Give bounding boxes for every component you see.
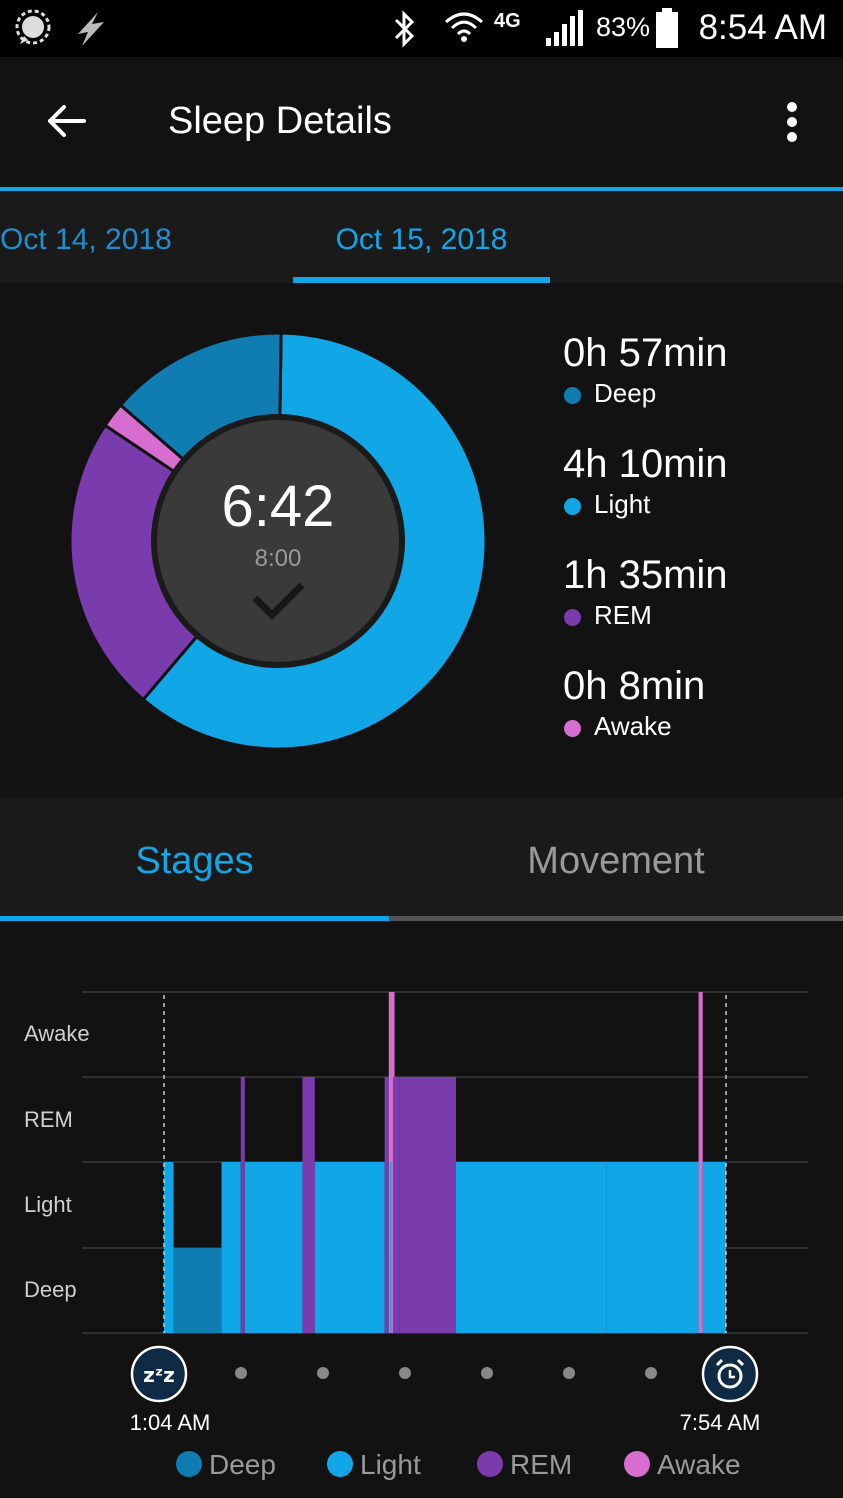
start-time-label: 1:04 AM — [130, 1410, 211, 1435]
stage-label: Deep — [594, 378, 657, 408]
stage-label: REM — [594, 600, 652, 630]
hypnogram-svg: zᶻz 1:04 AM 7:54 AM Deep Light REM Awake — [82, 991, 808, 1480]
stage-bar-light — [455, 1162, 607, 1333]
sleep-goal: 8:00 — [255, 545, 302, 572]
stage-label: Awake — [594, 711, 672, 741]
legend-awake: Awake — [657, 1449, 741, 1480]
awake-dot-icon — [564, 720, 581, 737]
tab-indicator-active — [0, 916, 389, 921]
stage-duration: 1h 35min — [563, 553, 728, 597]
zzz-sleep-icon: zᶻz — [130, 1345, 188, 1403]
stage-bar-rem — [384, 1077, 389, 1333]
stage-summary-rem: 1h 35min REM — [563, 553, 728, 631]
battery-icon — [656, 8, 678, 48]
legend-light: Light — [360, 1449, 421, 1480]
time-tick-dot — [481, 1367, 493, 1379]
signal-messenger-icon — [15, 9, 51, 45]
sleep-donut-chart: 6:42 8:00 — [68, 331, 488, 751]
legend-deep-dot-icon — [176, 1451, 202, 1477]
stage-bar-deep — [173, 1248, 222, 1333]
stage-bar-rem — [392, 1077, 400, 1333]
legend-awake-dot-icon — [624, 1451, 650, 1477]
arrow-left-icon[interactable] — [44, 99, 88, 143]
status-time: 8:54 AM — [698, 8, 827, 47]
stage-bar-light — [221, 1162, 241, 1333]
date-tab-oct-15[interactable]: Oct 15, 2018 — [293, 223, 550, 257]
date-tabs: Oct 14, 2018 Oct 15, 2018 — [0, 191, 843, 283]
stage-summary-awake: 0h 8min Awake — [563, 664, 705, 742]
alarm-clock-icon — [701, 1345, 759, 1403]
bluetooth-icon — [394, 10, 415, 48]
stage-bar-rem — [399, 1077, 456, 1333]
end-time-label: 7:54 AM — [680, 1410, 761, 1435]
time-tick-dot — [399, 1367, 411, 1379]
deep-dot-icon — [564, 387, 581, 404]
stage-bar-light — [657, 1162, 699, 1333]
light-dot-icon — [564, 498, 581, 515]
time-tick-dot — [563, 1367, 575, 1379]
stage-bar-light — [314, 1162, 385, 1333]
tab-stages[interactable]: Stages — [0, 840, 389, 883]
chart-tabs: Stages Movement — [0, 798, 843, 922]
wifi-icon — [445, 12, 483, 42]
battery-percent: 83% — [596, 12, 651, 42]
rem-dot-icon — [564, 609, 581, 626]
legend-deep: Deep — [209, 1449, 276, 1480]
svg-text:zᶻz: zᶻz — [143, 1363, 175, 1387]
status-bar: 4G 83% 8:54 AM — [0, 0, 843, 57]
cell-signal-icon — [546, 10, 583, 46]
legend-rem: REM — [510, 1449, 572, 1480]
time-tick-dot — [645, 1367, 657, 1379]
tab-indicator-inactive — [389, 916, 843, 921]
network-type-label: 4G — [494, 10, 521, 32]
date-tab-oct-14[interactable]: Oct 14, 2018 — [0, 223, 172, 257]
page-title: Sleep Details — [168, 100, 392, 142]
sleep-stages-chart: Awake REM Light Deep zᶻz 1:04 AM 7:54 AM… — [0, 922, 843, 1498]
stage-summary-light: 4h 10min Light — [563, 442, 728, 520]
stage-bar-rem — [240, 1077, 245, 1333]
sleep-summary: 6:42 8:00 0h 57min Deep 4h 10min Light 1… — [0, 283, 843, 798]
stage-duration: 4h 10min — [563, 442, 728, 486]
stage-duration: 0h 57min — [563, 331, 728, 375]
legend-light-dot-icon — [327, 1451, 353, 1477]
stage-bar-light — [606, 1162, 658, 1333]
total-sleep-time: 6:42 — [222, 474, 335, 539]
stage-bar-rem — [302, 1077, 315, 1333]
stage-bar-light — [244, 1162, 303, 1333]
time-tick-dot — [235, 1367, 247, 1379]
stage-duration: 0h 8min — [563, 664, 706, 708]
flash-icon — [78, 12, 104, 46]
more-vertical-icon[interactable] — [778, 101, 806, 145]
stage-bar-light — [702, 1162, 726, 1333]
time-tick-dot — [317, 1367, 329, 1379]
tab-movement[interactable]: Movement — [389, 840, 843, 883]
stage-bar-awake — [698, 992, 703, 1333]
stage-summary-deep: 0h 57min Deep — [563, 331, 728, 409]
app-bar: Sleep Details — [0, 57, 843, 187]
legend-rem-dot-icon — [477, 1451, 503, 1477]
stage-label: Light — [594, 489, 651, 519]
stage-bar-light — [164, 1162, 174, 1333]
